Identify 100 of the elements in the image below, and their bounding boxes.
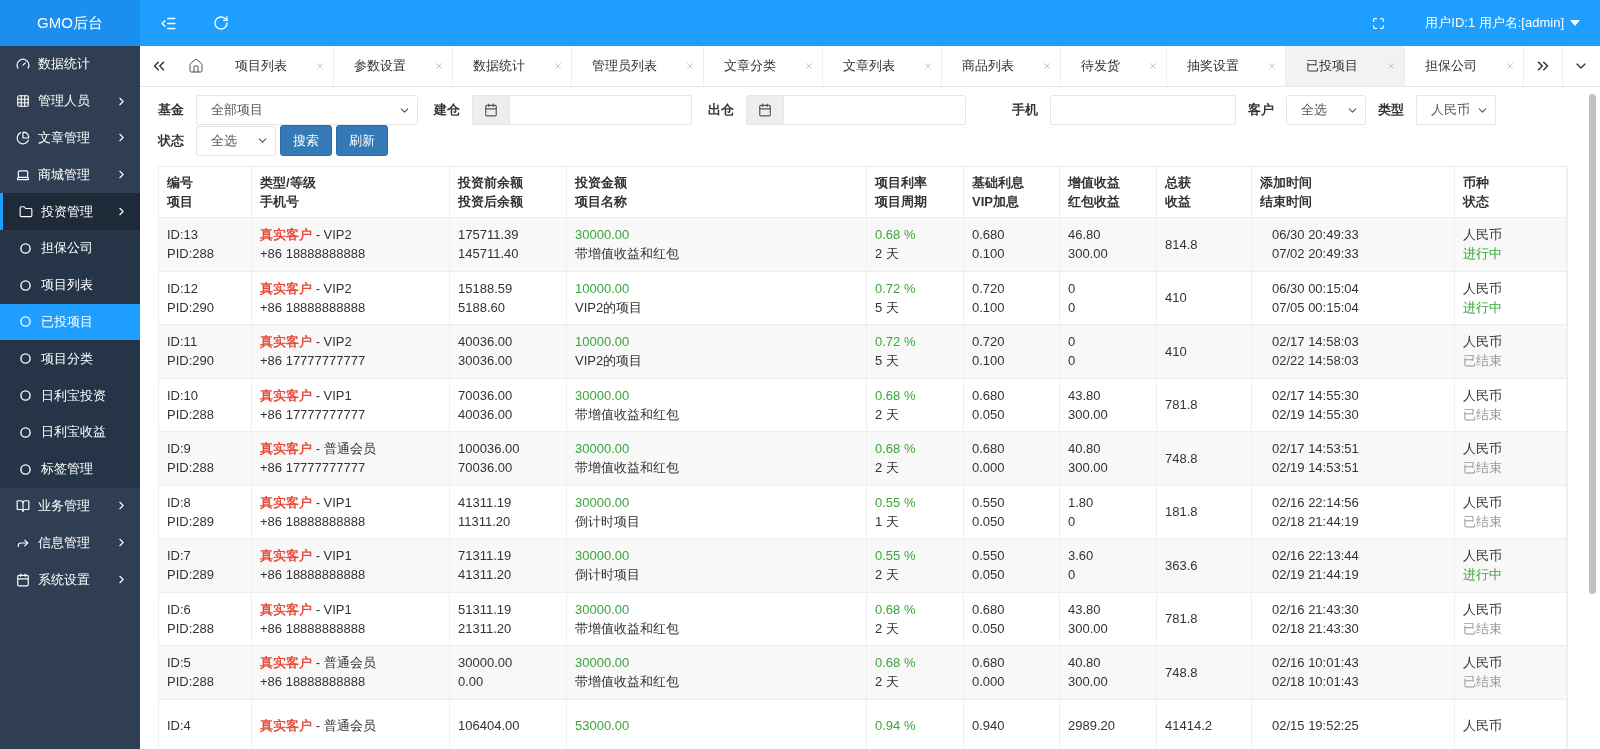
sidebar-item[interactable]: 系统设置 [0, 561, 140, 598]
sidebar-subitem[interactable]: 项目分类 [0, 340, 140, 378]
circle-icon [20, 463, 31, 475]
table-cell: 人民币 已结束 [1455, 646, 1567, 699]
table-cell: 0.72 % 5 天 [867, 325, 964, 378]
sidebar-item[interactable]: 管理人员 [0, 82, 140, 120]
close-icon[interactable] [923, 61, 933, 71]
sidebar-subitem[interactable]: 日利宝收益 [0, 413, 140, 451]
table-cell: 43.80 300.00 [1060, 592, 1157, 645]
sidebar-subitem[interactable]: 项目列表 [0, 266, 140, 304]
sidebar-item[interactable]: 信息管理 [0, 524, 140, 562]
table-cell: 410 [1157, 325, 1252, 378]
calendar-icon [16, 572, 30, 587]
close-icon[interactable] [1148, 61, 1158, 71]
table-cell: 真实客户 - VIP1 +86 18888888888 [252, 539, 450, 592]
table-cell: 30000.00 带增值收益和红包 [567, 432, 867, 485]
sidebar-item[interactable]: 业务管理 [0, 487, 140, 525]
table-cell: 46.80 300.00 [1060, 218, 1157, 271]
grid-icon [16, 94, 30, 109]
laptop-icon [16, 167, 30, 182]
table-cell: 02/17 14:55:30 02/19 14:55:30 [1252, 378, 1455, 431]
table-cell: 40.80 300.00 [1060, 432, 1157, 485]
sidebar-item[interactable]: 文章管理 [0, 119, 140, 157]
close-icon[interactable] [1042, 61, 1052, 71]
table-cell: 40.80 300.00 [1060, 646, 1157, 699]
column-header: 编号 项目 [159, 167, 252, 217]
select-field[interactable]: 全选 [196, 125, 276, 156]
sidebar-item[interactable]: 数据统计 [0, 46, 140, 83]
table-cell: ID:11 PID:290 [159, 325, 252, 378]
close-icon[interactable] [553, 61, 563, 71]
close-icon[interactable] [804, 61, 814, 71]
sidebar-subitem[interactable]: 标签管理 [0, 450, 140, 488]
action-button[interactable]: 搜索 [280, 125, 332, 156]
table-cell: 0.680 0.100 [964, 218, 1060, 271]
table-cell: 02/16 10:01:43 02/18 10:01:43 [1252, 646, 1455, 699]
date-field[interactable] [746, 95, 966, 125]
table-cell: 真实客户 - VIP2 +86 17777777777 [252, 325, 450, 378]
table-cell: 106404.00 [450, 699, 567, 749]
table-cell: 781.8 [1157, 378, 1252, 431]
calendar-icon [484, 103, 498, 117]
table-cell: 410 [1157, 271, 1252, 324]
refresh-icon[interactable] [213, 15, 229, 31]
column-header: 增值收益 红包收益 [1060, 167, 1157, 217]
close-icon[interactable] [685, 61, 695, 71]
select-field[interactable]: 全部项目 [196, 95, 418, 125]
table-cell: 1.80 0 [1060, 485, 1157, 538]
circle-icon [20, 242, 31, 254]
table-cell: 0 0 [1060, 325, 1157, 378]
table-cell: ID:12 PID:290 [159, 271, 252, 324]
table-cell: 30000.00 带增值收益和红包 [567, 646, 867, 699]
sidebar-item[interactable]: 投资管理 [0, 193, 140, 230]
close-icon[interactable] [1267, 61, 1277, 71]
table-cell: 0.720 0.100 [964, 325, 1060, 378]
table-cell: 0.680 0.050 [964, 378, 1060, 431]
table-cell: 10000.00 VIP2的项目 [567, 325, 867, 378]
table-cell: 41311.19 11311.20 [450, 485, 567, 538]
table-cell: 人民币 已结束 [1455, 592, 1567, 645]
table-cell: 0.55 % 2 天 [867, 539, 964, 592]
sidebar-subitem[interactable]: 担保公司 [0, 230, 140, 267]
caret-icon [1570, 20, 1580, 26]
column-header: 币种 状态 [1455, 167, 1567, 217]
table-cell: 02/16 22:14:56 02/18 21:44:19 [1252, 485, 1455, 538]
select-field[interactable]: 人民币 [1416, 95, 1496, 125]
sidebar-subitem[interactable]: 日利宝投资 [0, 377, 140, 414]
column-header: 投资前余额 投资后余额 [450, 167, 567, 217]
table-cell: 0.680 0.000 [964, 432, 1060, 485]
input-field[interactable] [1050, 95, 1236, 125]
column-header: 项目利率 项目周期 [867, 167, 964, 217]
close-icon[interactable] [315, 61, 325, 71]
fullscreen-icon[interactable] [1372, 16, 1386, 30]
scrollbar[interactable] [1589, 94, 1596, 594]
pie-chart-icon [16, 131, 30, 145]
filter-label: 状态 [158, 131, 184, 150]
table-cell: 30000.00 带增值收益和红包 [567, 218, 867, 271]
table-cell: 10000.00 VIP2的项目 [567, 271, 867, 324]
table-cell: 2989.20 [1060, 699, 1157, 749]
table-cell: ID:5 PID:288 [159, 646, 252, 699]
table-cell: 06/30 20:49:33 07/02 20:49:33 [1252, 218, 1455, 271]
table-cell: 0.680 0.000 [964, 646, 1060, 699]
table-cell: 30000.00 倒计时项目 [567, 539, 867, 592]
close-icon[interactable] [434, 61, 444, 71]
close-icon[interactable] [1386, 61, 1396, 71]
table-cell: 30000.00 倒计时项目 [567, 485, 867, 538]
table-cell: 人民币 已结束 [1455, 432, 1567, 485]
table-cell: 0.68 % 2 天 [867, 646, 964, 699]
table-cell: 人民币 已结束 [1455, 378, 1567, 431]
table-cell: ID:6 PID:288 [159, 592, 252, 645]
table-cell: 真实客户 - VIP1 +86 18888888888 [252, 485, 450, 538]
column-header: 类型/等级 手机号 [252, 167, 450, 217]
action-button[interactable]: 刷新 [336, 125, 388, 156]
date-field[interactable] [472, 95, 692, 125]
circle-icon [20, 353, 31, 365]
close-icon[interactable] [1505, 61, 1515, 71]
home-icon[interactable] [188, 58, 205, 74]
tab[interactable]: 已投项目 [1286, 46, 1405, 86]
select-field[interactable]: 全选 [1286, 95, 1366, 125]
table-cell: ID:13 PID:288 [159, 218, 252, 271]
sidebar-item[interactable]: 商城管理 [0, 156, 140, 194]
table-cell: 363.6 [1157, 539, 1252, 592]
table-cell: ID:7 PID:289 [159, 539, 252, 592]
